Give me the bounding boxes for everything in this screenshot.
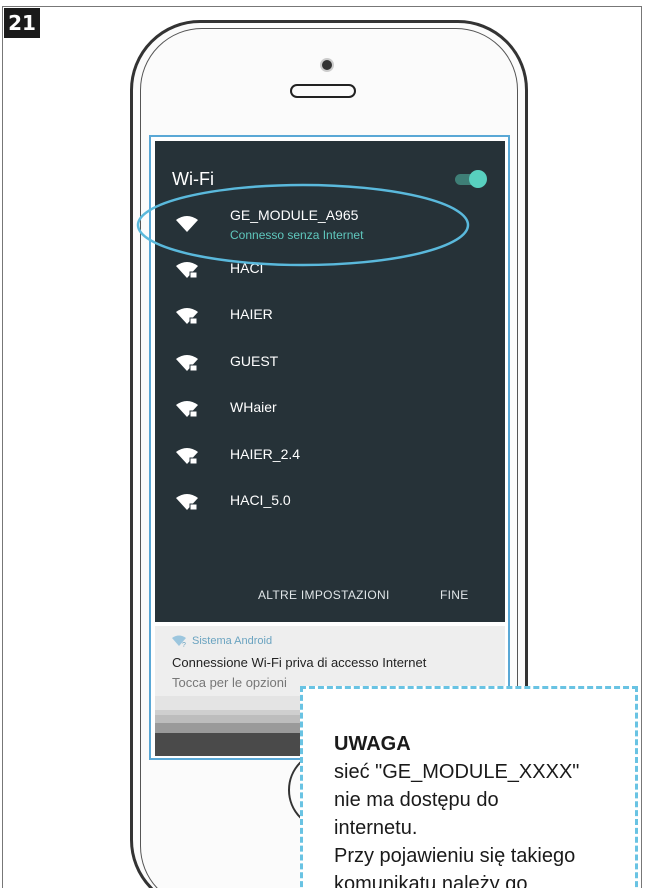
warning-note: UWAGA sieć "GE_MODULE_XXXX" nie ma dostę… [300, 686, 638, 888]
note-line: komunikatu należy go [334, 873, 528, 888]
network-item-haier[interactable]: HAIER [155, 300, 505, 330]
notification-subtitle: Tocca per le opzioni [172, 675, 287, 690]
wifi-locked-icon [176, 494, 198, 511]
more-settings-button[interactable]: ALTRE IMPOSTAZIONI [258, 588, 390, 602]
network-item-guest[interactable]: GUEST [155, 347, 505, 377]
network-item-haci-5-0[interactable]: HACI_5.0 [155, 486, 505, 516]
front-camera [320, 58, 334, 72]
toggle-knob [469, 170, 487, 188]
step-number-badge: 21 [4, 8, 40, 38]
instruction-page: 21 Wi-Fi GE_MODULE_A965 Connesso senza I… [0, 0, 645, 888]
network-item-whaier[interactable]: WHaier [155, 393, 505, 423]
network-item-haier-2-4[interactable]: HAIER_2.4 [155, 440, 505, 470]
network-name: HAIER_2.4 [230, 446, 301, 462]
wifi-locked-icon [176, 355, 198, 372]
network-name: WHaier [230, 399, 277, 415]
notification-app-name: Sistema Android [192, 635, 273, 647]
network-name: GUEST [230, 353, 279, 369]
note-title: UWAGA [334, 733, 411, 755]
wifi-question-icon: ? [172, 635, 186, 647]
wifi-locked-icon [176, 448, 198, 465]
done-button[interactable]: FINE [440, 588, 469, 602]
network-name: HAIER [230, 306, 273, 322]
note-line: Przy pojawieniu się takiego [334, 845, 576, 867]
svg-text:?: ? [182, 642, 186, 647]
note-line: nie ma dostępu do [334, 789, 499, 811]
highlight-ellipse [136, 183, 470, 267]
wifi-locked-icon [176, 401, 198, 418]
earpiece-speaker [290, 84, 356, 98]
note-line: internetu. [334, 817, 418, 839]
wifi-locked-icon [176, 308, 198, 325]
notification-title: Connessione Wi-Fi priva di accesso Inter… [172, 655, 427, 670]
network-name: HACI_5.0 [230, 492, 291, 508]
note-line: sieć "GE_MODULE_XXXX" [334, 761, 580, 783]
